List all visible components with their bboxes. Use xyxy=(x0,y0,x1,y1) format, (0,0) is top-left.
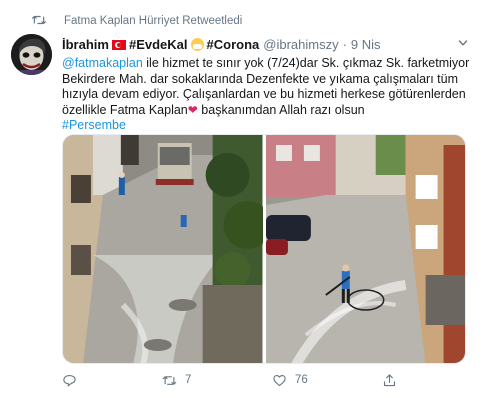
heart-icon xyxy=(273,374,286,386)
reply-icon xyxy=(63,374,76,386)
avatar[interactable] xyxy=(11,34,52,75)
chevron-down-icon[interactable] xyxy=(458,38,468,48)
hashtag-link[interactable]: #Persembe xyxy=(62,118,126,132)
red-heart-icon: ❤ xyxy=(187,102,198,117)
face-with-medical-mask-icon xyxy=(190,38,204,51)
like-count: 76 xyxy=(295,374,308,386)
reply-button[interactable] xyxy=(62,373,162,388)
photo-street-washing-left[interactable] xyxy=(63,135,263,364)
author-tag-evdekal[interactable]: #EvdeKal xyxy=(129,37,188,52)
separator-dot: · xyxy=(342,37,347,52)
avatar-image xyxy=(11,34,52,75)
tweet-text-part2: başkanımdan Allah razı olsun xyxy=(197,102,365,117)
mention-link[interactable]: @fatmakaplan xyxy=(62,56,143,70)
retweet-button[interactable]: 7 xyxy=(162,373,272,388)
retweeted-by-line[interactable]: Fatma Kaplan Hürriyet Retweetledi xyxy=(32,13,242,29)
tweet-card[interactable]: Fatma Kaplan Hürriyet Retweetledi İbrahi… xyxy=(0,0,482,398)
turkey-flag-icon xyxy=(111,39,126,50)
tweet-date[interactable]: 9 Nis xyxy=(351,37,381,52)
author-handle[interactable]: @ibrahimszy xyxy=(263,37,338,52)
tweet-actions: 7 76 xyxy=(62,370,466,390)
tweet-header: İbrahim #EvdeKal #Corona @ibrahimszy · 9… xyxy=(62,36,452,53)
author-tag-corona[interactable]: #Corona xyxy=(207,37,260,52)
retweet-icon xyxy=(32,15,46,25)
photo-street-washing-right[interactable] xyxy=(265,135,466,364)
share-button[interactable] xyxy=(382,373,397,388)
retweet-icon xyxy=(162,375,177,385)
author-name[interactable]: İbrahim xyxy=(62,37,109,52)
share-icon xyxy=(383,373,396,386)
tweet-text: @fatmakaplan ile hizmet te sınır yok (7/… xyxy=(62,56,472,134)
retweet-count: 7 xyxy=(185,374,192,386)
like-button[interactable]: 76 xyxy=(272,373,382,388)
retweeted-by-text[interactable]: Fatma Kaplan Hürriyet Retweetledi xyxy=(64,15,242,27)
media-gallery xyxy=(62,134,466,364)
